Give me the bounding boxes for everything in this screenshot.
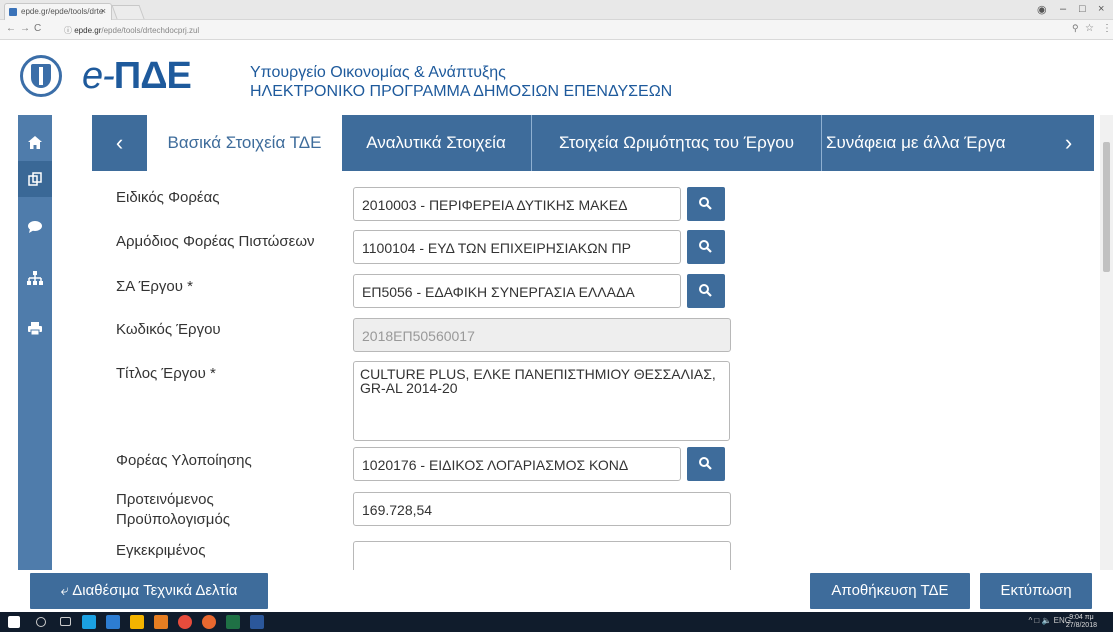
home-icon[interactable]: [18, 125, 52, 161]
tab-strip: ‹ Βασικά Στοιχεία ΤΔΕ Αναλυτικά Στοιχεία…: [92, 115, 1094, 171]
excel-icon[interactable]: [226, 615, 240, 629]
explorer-icon[interactable]: [106, 615, 120, 629]
field-label: Αρμόδιος Φορέας Πιστώσεων: [116, 233, 315, 250]
field-label: Κωδικός Έργου: [116, 321, 221, 338]
browser-tab-title: epde.gr/epde/tools/drte: [21, 7, 104, 16]
search-icon: [699, 240, 712, 253]
approved-budget-field[interactable]: [353, 541, 731, 570]
field-label: Προτεινόμενος Προϋπολογισμός: [116, 491, 231, 528]
task-view-icon[interactable]: [60, 617, 71, 626]
program-title: ΗΛΕΚΤΡΟΝΙΚΟ ΠΡΟΓΡΑΜΜΑ ΔΗΜΟΣΙΩΝ ΕΠΕΝΔΥΣΕΩ…: [250, 83, 673, 100]
system-tray[interactable]: ^ □ 🔈 ENG: [1028, 616, 1071, 625]
profile-icon[interactable]: ◉: [1037, 3, 1047, 16]
comment-icon[interactable]: [18, 209, 52, 245]
new-tab-button[interactable]: [111, 5, 145, 19]
reload-icon[interactable]: C: [34, 23, 41, 34]
tab-prev-button[interactable]: ‹: [92, 115, 147, 171]
search-button[interactable]: [687, 447, 725, 481]
browser-tab[interactable]: epde.gr/epde/tools/drte ×: [4, 3, 112, 20]
implementing-agency-field[interactable]: 1020176 - ΕΙΔΙΚΟΣ ΛΟΓΑΡΙΑΣΜΟΣ ΚΟΝΔ: [353, 447, 681, 481]
word-icon[interactable]: [250, 615, 264, 629]
field-label: Ειδικός Φορέας: [116, 189, 220, 206]
windows-start-icon[interactable]: [8, 616, 20, 628]
chrome-icon[interactable]: [178, 615, 192, 629]
tab-relevance[interactable]: Συνάφεια με άλλα Έργα: [824, 115, 1043, 171]
menu-kebab-icon[interactable]: ⋮: [1102, 23, 1112, 34]
tab-basic-info[interactable]: Βασικά Στοιχεία ΤΔΕ: [147, 115, 342, 171]
search-button[interactable]: [687, 230, 725, 264]
bookmark-star-icon[interactable]: ☆: [1085, 23, 1094, 34]
clock[interactable]: 9:04 πμ 27/8/2018: [1066, 614, 1097, 630]
tab-analytical[interactable]: Αναλυτικά Στοιχεία: [343, 115, 529, 171]
special-agency-field[interactable]: 2010003 - ΠΕΡΙΦΕΡΕΙΑ ΔΥΤΙΚΗΣ ΜΑΚΕΔ: [353, 187, 681, 221]
url-host: epde.gr: [74, 26, 102, 35]
ministry-title: Υπουργείο Οικονομίας & Ανάπτυξης: [250, 64, 506, 81]
files-icon[interactable]: [130, 615, 144, 629]
field-label: Εγκεκριμένος: [116, 542, 206, 559]
edge-icon[interactable]: [82, 615, 96, 629]
url-path: /epde/tools/drtechdocprj.zul: [101, 26, 200, 35]
search-icon: [699, 457, 712, 470]
url-field[interactable]: ⓘ epde.gr/epde/tools/drtechdocprj.zul: [56, 23, 1076, 37]
save-tde-button[interactable]: Αποθήκευση ΤΔΕ: [810, 573, 970, 609]
field-label: Τίτλος Έργου *: [116, 365, 216, 382]
scrollbar-thumb[interactable]: [1103, 142, 1110, 272]
search-button[interactable]: [687, 187, 725, 221]
tab-separator: [531, 115, 532, 171]
field-label: ΣΑ Έργου *: [116, 278, 193, 295]
project-code-field: 2018ΕΠ50560017: [353, 318, 731, 352]
favicon-icon: [9, 8, 17, 16]
sitemap-icon[interactable]: [18, 260, 52, 296]
address-bar: ← → C ⓘ epde.gr/epde/tools/drtechdocprj.…: [0, 20, 1113, 40]
windows-taskbar: ^ □ 🔈 ENG 9:04 πμ 27/8/2018: [0, 612, 1113, 632]
minimize-icon[interactable]: –: [1060, 3, 1066, 15]
footer-bar: ⤶ Διαθέσιμα Τεχνικά Δελτία Αποθήκευση ΤΔ…: [18, 570, 1113, 612]
search-icon: [699, 284, 712, 297]
field-label: Φορέας Υλοποίησης: [116, 452, 252, 469]
zoom-icon[interactable]: ⚲: [1072, 23, 1079, 34]
forward-icon[interactable]: →: [20, 23, 30, 34]
info-icon: ⓘ: [64, 26, 72, 35]
project-sa-field[interactable]: ΕΠ5056 - ΕΔΑΦΙΚΗ ΣΥΝΕΡΓΑΣΙΑ ΕΛΛΑΔΑ: [353, 274, 681, 308]
reply-arrow-icon: ⤶: [60, 582, 69, 599]
close-window-icon[interactable]: ×: [1098, 3, 1104, 15]
sidebar: [18, 115, 52, 570]
site-logo[interactable]: e-ΠΔΕ: [82, 55, 192, 98]
search-taskbar-icon[interactable]: [36, 617, 46, 627]
store-icon[interactable]: [154, 615, 168, 629]
back-icon[interactable]: ←: [6, 23, 16, 34]
search-button[interactable]: [687, 274, 725, 308]
page-scrollbar[interactable]: [1100, 115, 1113, 570]
close-tab-icon[interactable]: ×: [101, 6, 106, 16]
credit-agency-field[interactable]: 1100104 - ΕΥΔ ΤΩΝ ΕΠΙΧΕΙΡΗΣΙΑΚΩΝ ΠΡ: [353, 230, 681, 264]
proposed-budget-field[interactable]: 169.728,54: [353, 492, 731, 526]
print-button[interactable]: Εκτύπωση: [980, 573, 1092, 609]
back-to-sheets-button[interactable]: ⤶ Διαθέσιμα Τεχνικά Δελτία: [30, 573, 268, 609]
tab-separator: [821, 115, 822, 171]
search-icon: [699, 197, 712, 210]
tab-next-button[interactable]: ›: [1043, 115, 1094, 171]
browser-tab-bar: epde.gr/epde/tools/drte × ◉ – □ ×: [0, 0, 1113, 20]
restore-icon[interactable]: □: [1079, 3, 1086, 15]
form-panel: Ειδικός Φορέας 2010003 - ΠΕΡΙΦΕΡΕΙΑ ΔΥΤΙ…: [92, 171, 1094, 570]
firefox-icon[interactable]: [202, 615, 216, 629]
documents-icon[interactable]: [18, 161, 52, 197]
greek-seal-icon: [20, 55, 62, 97]
tab-maturity[interactable]: Στοιχεία Ωριμότητας του Έργου: [533, 115, 820, 171]
site-header: e-ΠΔΕ Υπουργείο Οικονομίας & Ανάπτυξης Η…: [0, 41, 1113, 114]
print-icon[interactable]: [18, 311, 52, 347]
project-title-textarea[interactable]: CULTURE PLUS, ΕΛΚΕ ΠΑΝΕΠΙΣΤΗΜΙΟΥ ΘΕΣΣΑΛΙ…: [353, 361, 730, 441]
